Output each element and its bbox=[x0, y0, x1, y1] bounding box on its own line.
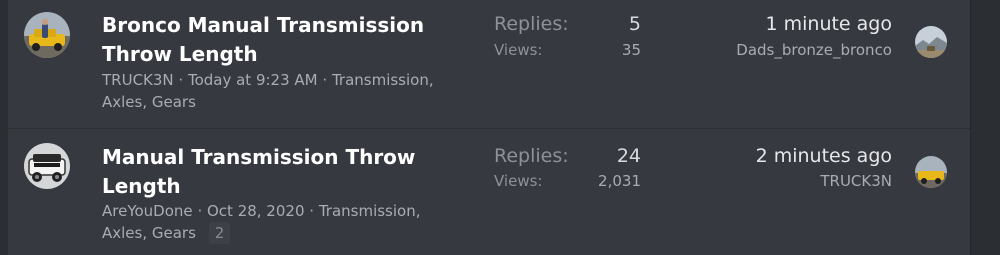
thread-list: Bronco Manual Transmission Throw Length … bbox=[8, 0, 971, 255]
thread-meta: TRUCK3N · Today at 9:23 AM · Transmissio… bbox=[102, 69, 462, 113]
latest-poster-link[interactable]: Dads_bronze_bronco bbox=[736, 41, 892, 59]
thread-title-link[interactable]: Bronco Manual Transmission Throw Length bbox=[102, 11, 462, 69]
thread-row: Bronco Manual Transmission Throw Length … bbox=[8, 0, 970, 128]
thread-starter-link[interactable]: TRUCK3N bbox=[102, 71, 174, 89]
latest-poster-avatar-icon[interactable] bbox=[915, 26, 947, 58]
forum-link[interactable]: Transmission, bbox=[332, 71, 434, 89]
replies-count: 24 bbox=[616, 145, 641, 167]
replies-count: 5 bbox=[628, 13, 641, 35]
views-count: 2,031 bbox=[598, 172, 641, 190]
replies-label: Replies: bbox=[494, 145, 569, 167]
views-label: Views: bbox=[494, 41, 543, 59]
page-jump-badge[interactable]: 2 bbox=[208, 222, 231, 244]
user-avatar-yellow-bronco-icon[interactable] bbox=[24, 12, 70, 58]
thread-title-line: Length bbox=[102, 174, 181, 198]
thread-starter-link[interactable]: AreYouDone bbox=[102, 202, 193, 220]
separator: · bbox=[322, 71, 332, 89]
thread-title-link[interactable]: Manual Transmission Throw Length bbox=[102, 143, 462, 201]
thread-date-link[interactable]: Today at 9:23 AM bbox=[188, 71, 318, 89]
thread-row: Manual Transmission Throw Length AreYouD… bbox=[8, 129, 970, 255]
forum-link[interactable]: Axles, Gears bbox=[102, 93, 196, 111]
latest-post-time-link[interactable]: 1 minute ago bbox=[765, 13, 892, 35]
thread-meta: AreYouDone · Oct 28, 2020 · Transmission… bbox=[102, 200, 462, 244]
forum-link[interactable]: Transmission, bbox=[319, 202, 421, 220]
latest-poster-avatar-icon[interactable] bbox=[915, 156, 947, 188]
latest-post-time-link[interactable]: 2 minutes ago bbox=[756, 145, 892, 167]
separator: · bbox=[178, 71, 188, 89]
views-label: Views: bbox=[494, 172, 543, 190]
thread-title-line: Bronco Manual Transmission bbox=[102, 13, 425, 37]
views-count: 35 bbox=[621, 41, 641, 59]
thread-title-line: Manual Transmission Throw bbox=[102, 145, 416, 169]
separator: · bbox=[309, 202, 319, 220]
forum-link[interactable]: Axles, Gears bbox=[102, 224, 196, 242]
thread-date-link[interactable]: Oct 28, 2020 bbox=[207, 202, 305, 220]
separator: · bbox=[197, 202, 207, 220]
latest-poster-link[interactable]: TRUCK3N bbox=[820, 172, 892, 190]
thread-title-line: Throw Length bbox=[102, 42, 258, 66]
replies-label: Replies: bbox=[494, 13, 569, 35]
user-avatar-white-bronco-icon[interactable] bbox=[24, 143, 70, 189]
